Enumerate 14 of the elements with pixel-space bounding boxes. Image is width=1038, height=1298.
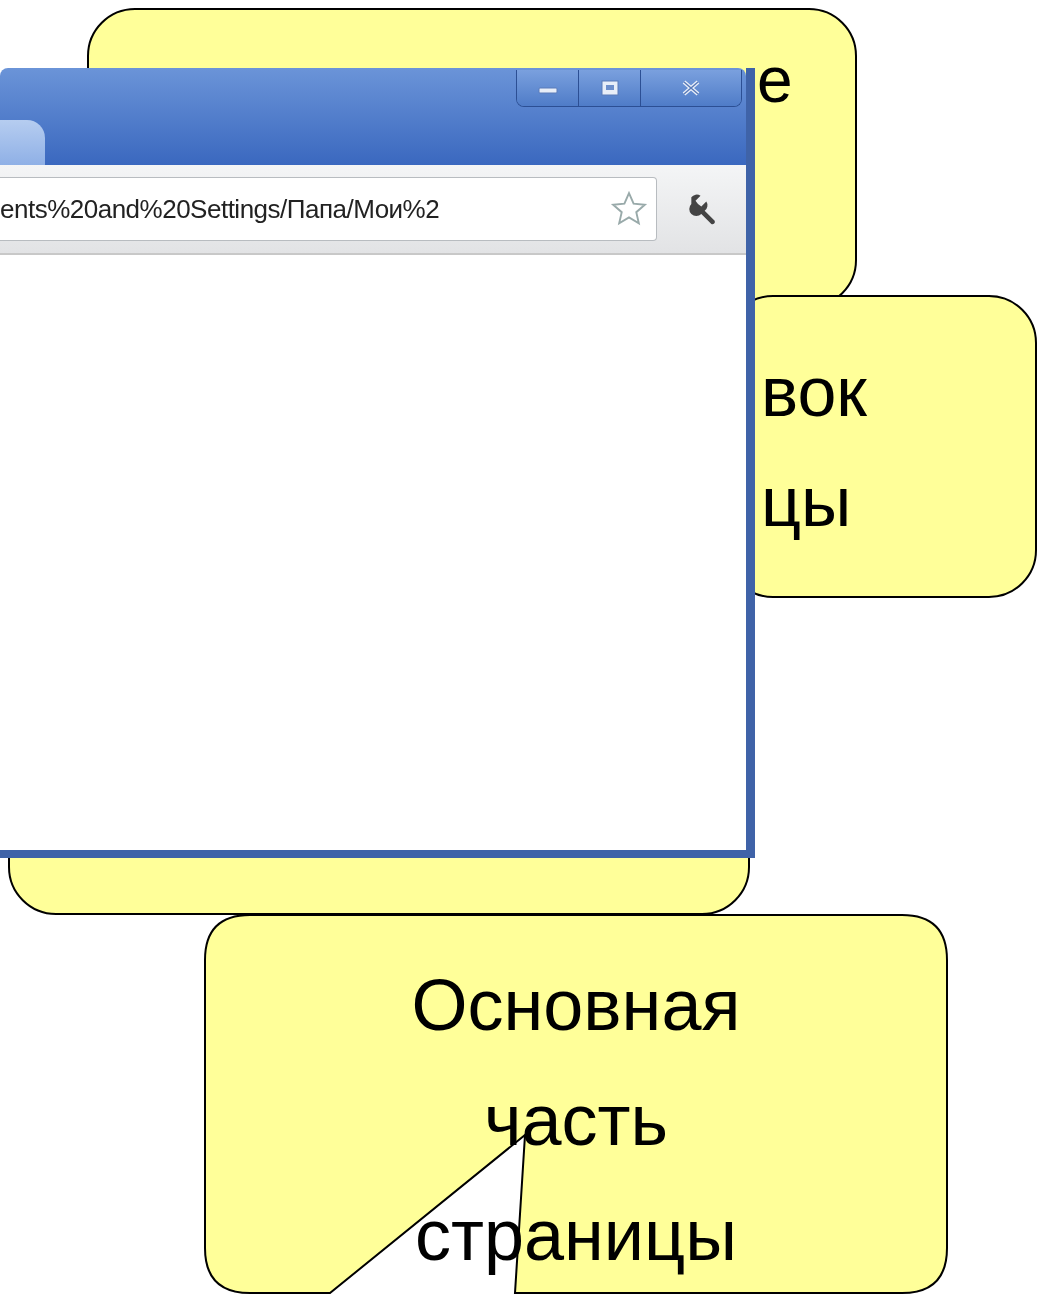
minimize-button[interactable] xyxy=(517,70,579,106)
star-icon[interactable] xyxy=(610,190,648,228)
maximize-icon xyxy=(599,79,620,97)
maximize-button[interactable] xyxy=(579,70,641,106)
callout-text: часть xyxy=(483,1079,668,1162)
url-text: ents%20and%20Settings/Папа/Мои%2 xyxy=(0,193,440,225)
callout-text: е xyxy=(757,48,793,112)
close-icon xyxy=(680,79,702,97)
callout-text: цы xyxy=(761,462,853,543)
callout-text: Основная xyxy=(411,964,741,1047)
address-field[interactable]: ents%20and%20Settings/Папа/Мои%2 xyxy=(0,177,657,241)
callout-text: вок xyxy=(761,352,868,433)
close-button[interactable] xyxy=(641,70,741,106)
browser-tab[interactable] xyxy=(0,120,45,165)
